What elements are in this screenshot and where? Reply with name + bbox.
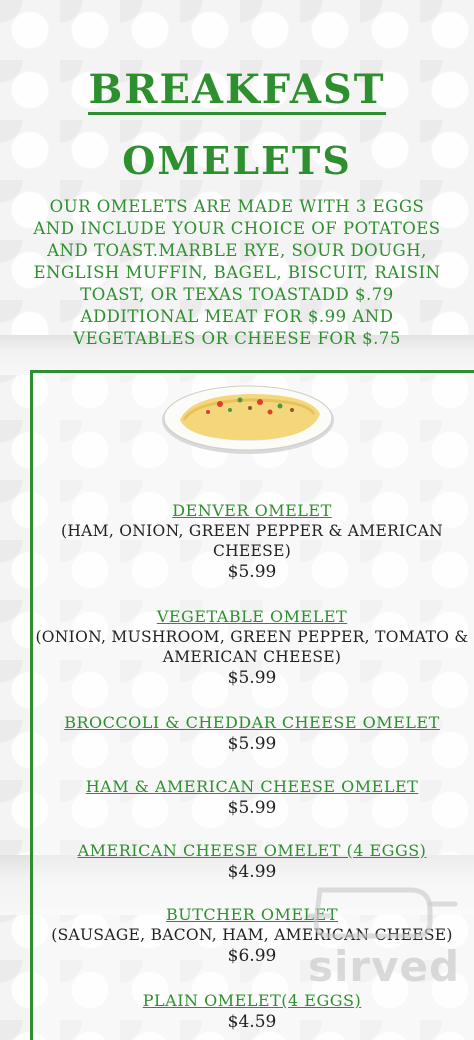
menu-item-price: $5.99	[227, 562, 277, 582]
watermark-text: sirved	[308, 942, 461, 991]
menu-item-description: (Ham, Onion, Green Pepper & American Che…	[60, 522, 443, 560]
section-intro: Our omelets are made with 3 eggs and inc…	[33, 197, 441, 348]
menu-item-price: $5.99	[227, 734, 277, 754]
omelet-plate-image	[162, 385, 334, 454]
menu-item-price: $5.99	[227, 798, 277, 818]
menu-item-name: Broccoli & Cheddar Cheese Omelet	[64, 713, 440, 732]
menu-item-name: Denver Omelet	[172, 501, 332, 520]
menu-item-name: American Cheese Omelet (4 Eggs)	[77, 841, 427, 860]
menu-item-price: $5.99	[227, 668, 277, 688]
menu-title: Breakfast	[88, 66, 386, 115]
menu-item: Broccoli & Cheddar Cheese Omelet $5.99	[30, 712, 474, 755]
menu-item: Ham & American Cheese Omelet $5.99	[30, 776, 474, 819]
menu-item-name: Vegetable Omelet	[156, 607, 348, 626]
menu-item-description: (Onion, Mushroom, Green Pepper, Tomato &…	[35, 628, 469, 666]
menu-item-name: Ham & American Cheese Omelet	[85, 777, 419, 796]
menu-item: Denver Omelet (Ham, Onion, Green Pepper …	[30, 500, 474, 583]
section-title: Omelets	[122, 138, 352, 183]
menu-item: Vegetable Omelet (Onion, Mushroom, Green…	[30, 606, 474, 689]
